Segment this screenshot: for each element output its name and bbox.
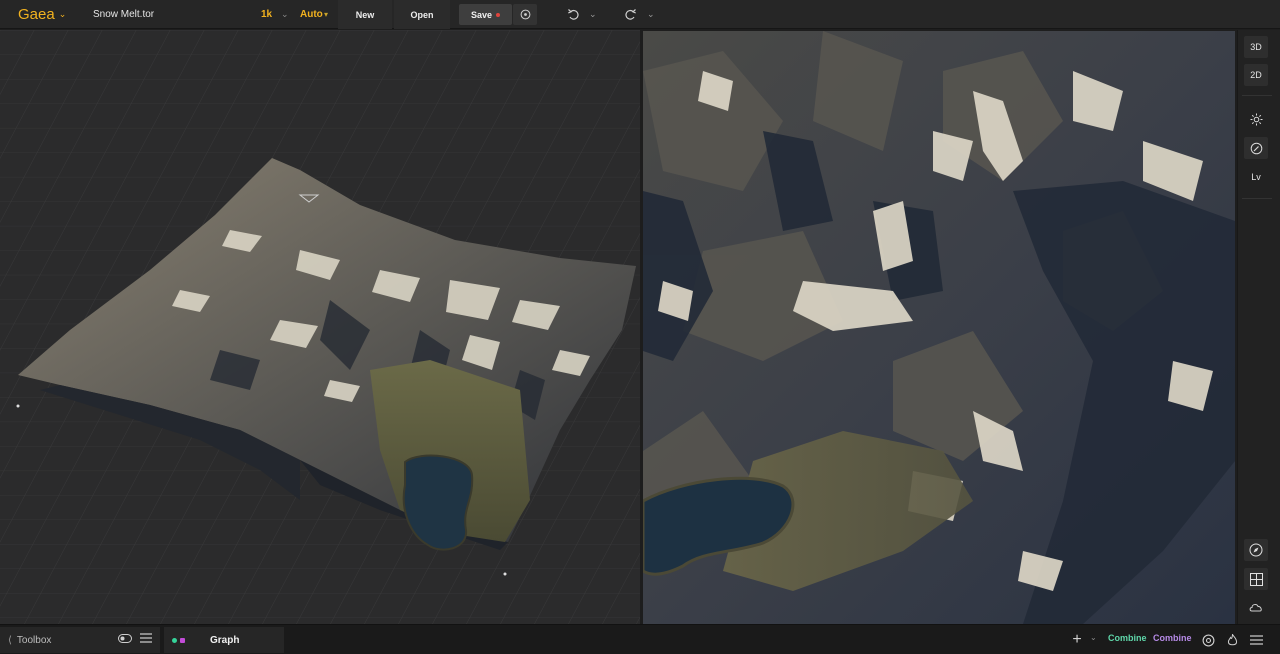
lighting-button[interactable] <box>1244 108 1268 130</box>
build-mode-selector[interactable]: Auto <box>300 0 323 29</box>
toolbox-toggle[interactable] <box>118 634 132 643</box>
open-button[interactable]: Open <box>394 0 450 29</box>
combine-node-b[interactable]: Combine <box>1153 633 1192 643</box>
status-square-icon <box>180 637 185 643</box>
save-label: Save <box>470 9 493 20</box>
view-2d-button[interactable]: 2D <box>1244 64 1268 86</box>
bottom-bar: ⟨ Toolbox Graph + ⌄ Combine Combine <box>0 624 1280 654</box>
chevron-down-icon[interactable]: ⌄ <box>589 0 597 29</box>
gaea-app: Gaea ⌄ Snow Melt.tor 1k ⌄ Auto ▾ New Ope… <box>0 0 1280 654</box>
redo-button[interactable] <box>622 0 638 29</box>
cloud-icon <box>1249 604 1262 612</box>
new-button[interactable]: New <box>338 0 392 29</box>
toolbox-menu-button[interactable] <box>140 633 152 643</box>
terrain-2d-render <box>643 31 1235 624</box>
at-button[interactable] <box>1200 631 1216 649</box>
chevron-down-icon[interactable]: ▾ <box>324 0 328 29</box>
resolution-selector[interactable]: 1k <box>261 0 272 29</box>
viewport-3d[interactable] <box>0 30 640 624</box>
level-button[interactable]: Lv <box>1244 166 1268 188</box>
flame-icon <box>1227 633 1237 645</box>
chevron-down-icon[interactable]: ⌄ <box>1090 633 1097 642</box>
chevron-down-icon: ⌄ <box>58 9 67 19</box>
right-rail: 3D 2D Lv <box>1237 30 1280 624</box>
toolbox-label: Toolbox <box>16 634 52 646</box>
save-button[interactable]: Save <box>459 4 512 25</box>
graph-label: Graph <box>210 634 240 646</box>
view-3d-button[interactable]: 3D <box>1244 36 1268 58</box>
at-icon <box>1202 634 1214 646</box>
chevron-down-icon[interactable]: ⌄ <box>281 0 289 29</box>
gauge-icon <box>1250 142 1262 154</box>
unsaved-indicator-icon <box>496 12 501 17</box>
save-options-button[interactable] <box>513 4 537 25</box>
status-dot-icon <box>172 637 177 643</box>
rail-divider <box>1242 95 1272 96</box>
hamburger-icon <box>140 633 152 643</box>
redo-icon <box>624 9 636 20</box>
cloud-button[interactable] <box>1244 596 1268 618</box>
add-node-button[interactable]: + <box>1070 631 1084 649</box>
terrain-3d-render <box>0 30 640 624</box>
hamburger-icon <box>1249 635 1263 645</box>
combine-node-a[interactable]: Combine <box>1108 633 1147 643</box>
main-menu-button[interactable] <box>1248 631 1264 649</box>
viewport-2d[interactable] <box>643 31 1235 624</box>
chevron-left-icon: ⟨ <box>8 634 12 646</box>
toggle-icon <box>118 634 132 643</box>
layout-button[interactable] <box>1244 568 1268 590</box>
brand-label: Gaea <box>18 6 55 23</box>
app-menu[interactable]: Gaea ⌄ <box>10 0 72 29</box>
file-name: Snow Melt.tor <box>93 9 155 20</box>
rail-divider <box>1242 198 1272 199</box>
undo-icon <box>567 9 579 20</box>
plus-icon: + <box>1072 631 1082 648</box>
chevron-down-icon[interactable]: ⌄ <box>647 0 655 29</box>
exposure-button[interactable] <box>1244 137 1268 159</box>
undo-button[interactable] <box>565 0 581 29</box>
top-toolbar: Gaea ⌄ Snow Melt.tor 1k ⌄ Auto ▾ New Ope… <box>0 0 1280 29</box>
toolbox-tab[interactable]: ⟨ Toolbox <box>0 627 160 653</box>
sun-icon <box>1250 113 1262 125</box>
navigate-button[interactable] <box>1244 539 1268 561</box>
build-button[interactable] <box>1224 631 1240 649</box>
target-icon <box>520 9 530 20</box>
compass-icon <box>1249 543 1263 557</box>
graph-tab[interactable]: Graph <box>164 627 284 653</box>
grid-icon <box>1249 572 1263 586</box>
